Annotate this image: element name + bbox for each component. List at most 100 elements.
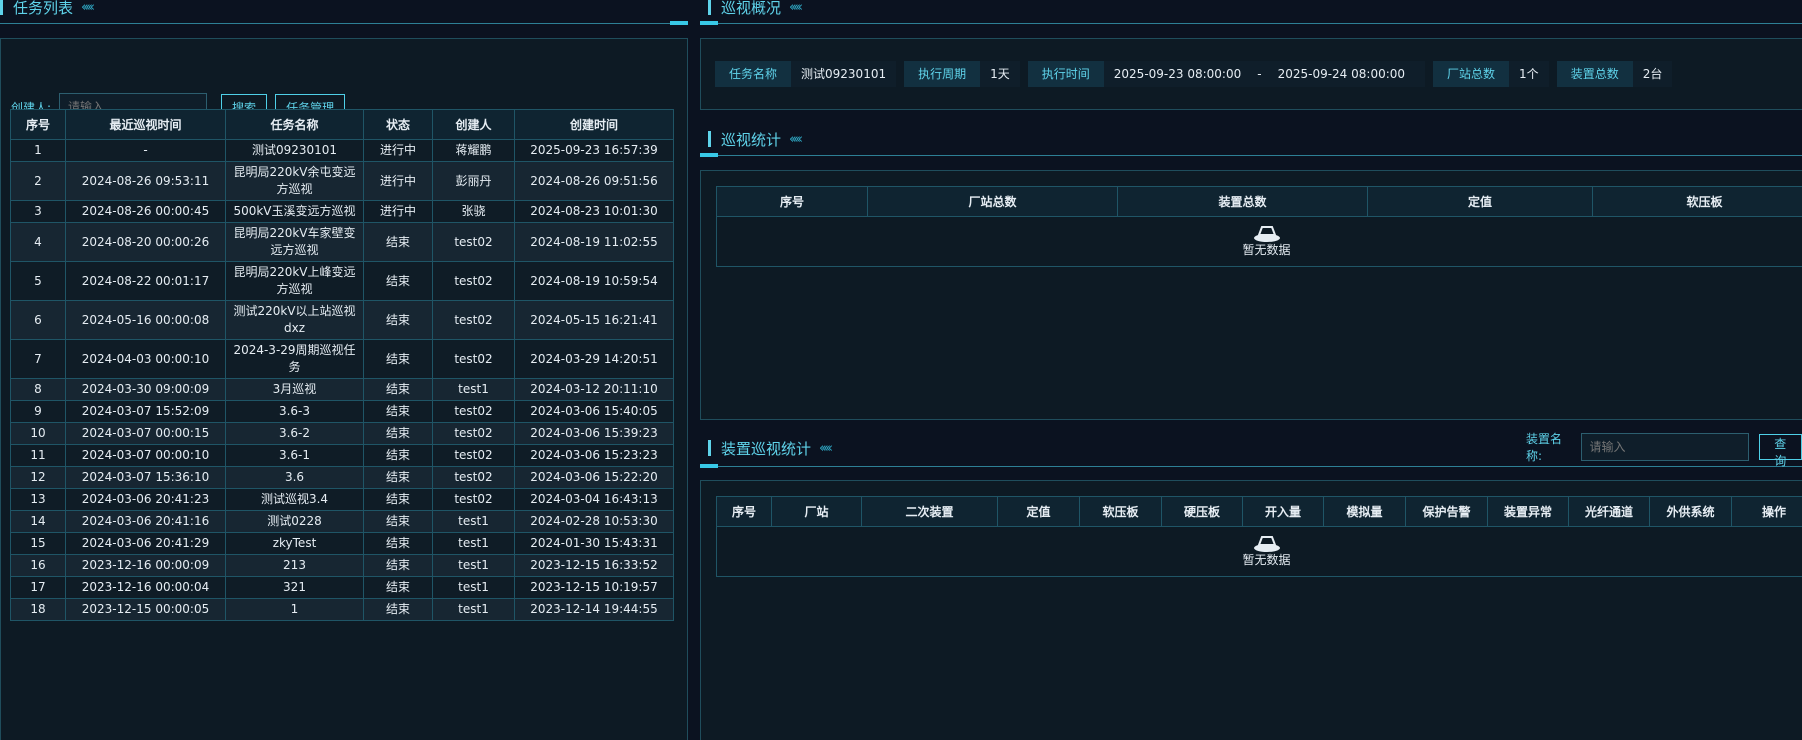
- last-patrol-time-cell: 2024-03-07 00:00:15: [65, 422, 226, 445]
- col-header[interactable]: 定值: [1367, 186, 1593, 217]
- last-patrol-time-cell: 2024-08-22 00:01:17: [65, 261, 226, 301]
- col-header[interactable]: 装置异常: [1487, 496, 1569, 527]
- created-time-cell: 2024-03-04 16:43:13: [514, 488, 674, 511]
- period-label: 执行周期: [904, 61, 981, 87]
- last-patrol-time-cell: 2024-03-30 09:00:09: [65, 378, 226, 401]
- table-row[interactable]: 10 2024-03-07 00:00:15 3.6-2 结束 test02 2024-0…: [10, 422, 674, 445]
- task-name-cell: 测试0228: [225, 510, 364, 533]
- query-button[interactable]: 查询: [1758, 434, 1802, 468]
- table-row[interactable]: 16 2023-12-16 00:00:09 213 结束 test1 2023-12-1…: [10, 554, 674, 577]
- last-patrol-time-cell: 2024-03-07 00:00:10: [65, 444, 226, 467]
- table-row[interactable]: 2 2024-08-26 09:53:11 昆明局220kV余屯变远方巡视 进行中 彭丽…: [10, 161, 674, 201]
- title-bar-decoration: [708, 0, 711, 15]
- table-row[interactable]: 17 2023-12-16 00:00:04 321 结束 test1 2023-12-1…: [10, 576, 674, 599]
- device-name-label: 装置名称:: [1526, 432, 1563, 463]
- row-index-cell: 4: [10, 222, 66, 262]
- task-table-body: 1- 测试09230101 进行中 蒋耀鹏 2025-09-23 16:57:39 2 20…: [10, 139, 674, 621]
- creator-cell: test02: [432, 339, 515, 379]
- task-name-cell: 3月巡视: [225, 378, 364, 401]
- last-patrol-time-cell: 2024-04-03 00:00:10: [65, 339, 226, 379]
- table-row[interactable]: 13 2024-03-06 20:41:23 测试巡视3.4 结束 test02 2024…: [10, 488, 674, 511]
- task-name-cell: 昆明局220kV车家壁变远方巡视: [225, 222, 364, 262]
- created-time-cell: 2024-08-23 10:01:30: [514, 200, 674, 223]
- creator-cell: test02: [432, 222, 515, 262]
- col-header[interactable]: 序号: [716, 186, 868, 217]
- status-cell: 结束: [363, 300, 433, 340]
- empty-cell: 暂无数据: [716, 216, 1802, 267]
- col-header[interactable]: 厂站: [771, 496, 862, 527]
- table-row[interactable]: 1- 测试09230101 进行中 蒋耀鹏 2025-09-23 16:57:39: [10, 139, 674, 162]
- title-bar-decoration: [0, 0, 3, 15]
- table-row[interactable]: 9 2024-03-07 15:52:09 3.6-3 结束 test02 2024-03…: [10, 400, 674, 423]
- row-index-cell: 3: [10, 200, 66, 223]
- col-header[interactable]: 序号: [716, 496, 772, 527]
- col-header[interactable]: 创建人: [432, 109, 515, 140]
- created-time-cell: 2024-08-26 09:51:56: [514, 161, 674, 201]
- exec-time-separator: -: [1251, 61, 1268, 87]
- task-table-header: 序号 最近巡视时间 任务名称 状态 创建人 创建时间: [10, 109, 674, 140]
- col-header[interactable]: 创建时间: [514, 109, 674, 140]
- status-cell: 进行中: [363, 161, 433, 201]
- table-row[interactable]: 11 2024-03-07 00:00:10 3.6-1 结束 test02 2024-0…: [10, 444, 674, 467]
- chevrons-decoration-icon: ‹‹‹‹‹: [789, 0, 803, 15]
- status-cell: 结束: [363, 466, 433, 489]
- creator-cell: test02: [432, 422, 515, 445]
- creator-cell: test1: [432, 378, 515, 401]
- col-header[interactable]: 定值: [997, 496, 1080, 527]
- table-row[interactable]: 7 2024-04-03 00:00:10 2024-3-29周期巡视任务 结束 tes…: [10, 339, 674, 379]
- table-row[interactable]: 18 2023-12-15 00:00:05 1 结束 test1 2023-12-14 …: [10, 598, 674, 621]
- device-name-input[interactable]: [1580, 433, 1749, 461]
- table-row[interactable]: 14 2024-03-06 20:41:16 测试0228 结束 test1 2024-0…: [10, 510, 674, 533]
- col-header[interactable]: 软压板: [1079, 496, 1162, 527]
- status-cell: 结束: [363, 378, 433, 401]
- row-index-cell: 6: [10, 300, 66, 340]
- row-index-cell: 14: [10, 510, 66, 533]
- creator-cell: test1: [432, 532, 515, 555]
- col-header[interactable]: 序号: [10, 109, 66, 140]
- col-header[interactable]: 开入量: [1242, 496, 1324, 527]
- status-cell: 结束: [363, 222, 433, 262]
- col-header[interactable]: 光纤通道: [1568, 496, 1650, 527]
- table-row[interactable]: 8 2024-03-30 09:00:09 3月巡视 结束 test1 2024-03-1…: [10, 378, 674, 401]
- device-stats-panel: 序号 厂站 二次装置 定值 软压板 硬压板 开入量 模拟量 保护告警 装置异常 …: [700, 480, 1802, 740]
- task-name-field: 任务名称 测试09230101: [715, 61, 897, 87]
- creator-cell: test1: [432, 598, 515, 621]
- last-patrol-time-cell: 2024-03-06 20:41:16: [65, 510, 226, 533]
- task-name-cell: 测试220kV以上站巡视dxz: [225, 300, 364, 340]
- status-cell: 进行中: [363, 139, 433, 162]
- col-header[interactable]: 外供系统: [1649, 496, 1732, 527]
- empty-box-icon: [1253, 536, 1280, 552]
- row-index-cell: 13: [10, 488, 66, 511]
- table-row[interactable]: 15 2024-03-06 20:41:29 zkyTest 结束 test1 2024-…: [10, 532, 674, 555]
- creator-cell: test1: [432, 510, 515, 533]
- table-row[interactable]: 4 2024-08-20 00:00:26 昆明局220kV车家壁变远方巡视 结束 te…: [10, 222, 674, 262]
- col-header[interactable]: 软压板: [1592, 186, 1802, 217]
- overview-title: 巡视概况 ‹‹‹‹‹: [708, 0, 803, 20]
- col-header[interactable]: 任务名称: [225, 109, 364, 140]
- device-stats-empty-state: 暂无数据: [721, 534, 1802, 569]
- table-row[interactable]: 6 2024-05-16 00:00:08 测试220kV以上站巡视dxz 结束 tes…: [10, 300, 674, 340]
- col-header[interactable]: 二次装置: [861, 496, 998, 527]
- row-index-cell: 18: [10, 598, 66, 621]
- col-header[interactable]: 厂站总数: [867, 186, 1118, 217]
- col-header[interactable]: 模拟量: [1323, 496, 1406, 527]
- col-header[interactable]: 保护告警: [1405, 496, 1488, 527]
- row-index-cell: 11: [10, 444, 66, 467]
- creator-cell: test02: [432, 400, 515, 423]
- empty-cell: 暂无数据: [716, 526, 1802, 577]
- col-header[interactable]: 操作: [1731, 496, 1802, 527]
- row-index-cell: 5: [10, 261, 66, 301]
- table-row[interactable]: 5 2024-08-22 00:01:17 昆明局220kV上峰变远方巡视 结束 tes…: [10, 261, 674, 301]
- table-row[interactable]: 3 2024-08-26 00:00:45 500kV玉溪变远方巡视 进行中 张骁 202…: [10, 200, 674, 223]
- device-count-label: 装置总数: [1556, 61, 1633, 87]
- table-row[interactable]: 12 2024-03-07 15:36:10 3.6 结束 test02 2024-03-…: [10, 466, 674, 489]
- col-header[interactable]: 装置总数: [1117, 186, 1368, 217]
- col-header[interactable]: 硬压板: [1161, 496, 1243, 527]
- task-name-cell: zkyTest: [225, 532, 364, 555]
- col-header[interactable]: 最近巡视时间: [65, 109, 226, 140]
- empty-box-icon: [1253, 226, 1280, 242]
- col-header[interactable]: 状态: [363, 109, 433, 140]
- row-index-cell: 17: [10, 576, 66, 599]
- station-count-field: 厂站总数 1个: [1433, 61, 1549, 87]
- exec-start-value: 2025-09-23 08:00:00: [1103, 61, 1252, 87]
